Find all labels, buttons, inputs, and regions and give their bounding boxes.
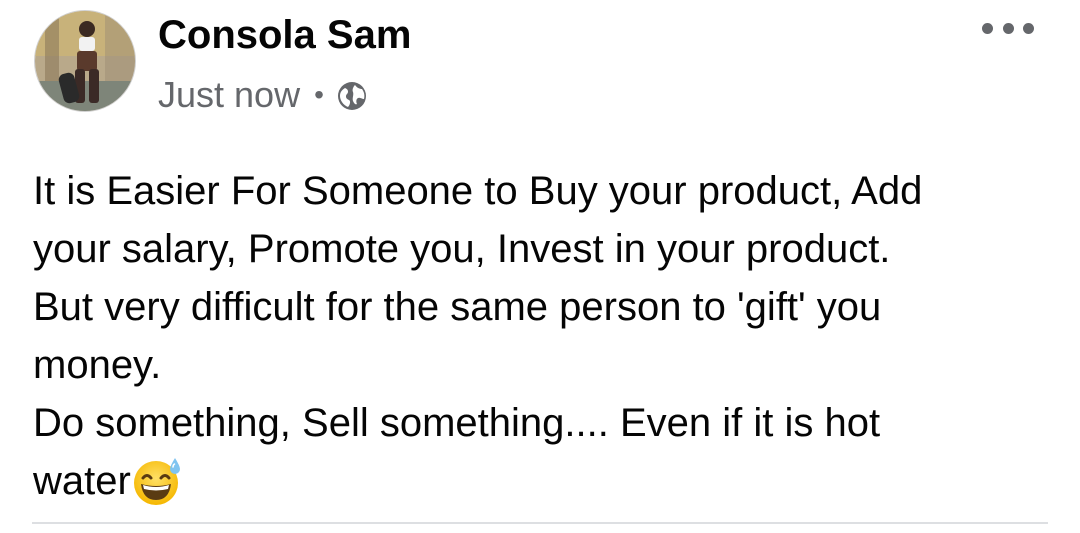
more-options-button[interactable] — [982, 16, 1034, 40]
timestamp[interactable]: Just now — [158, 74, 300, 116]
author-name[interactable]: Consola Sam — [158, 13, 411, 58]
profile-photo — [35, 11, 135, 111]
post-text-line: water — [33, 459, 131, 503]
post-text-line: It is Easier For Someone to Buy your pro… — [33, 169, 923, 213]
post-card: Consola Sam Just now • It is Easier For … — [0, 0, 1080, 533]
post-meta: Just now • — [158, 72, 368, 118]
post-text-line: But very difficult for the same person t… — [33, 285, 882, 329]
post-text-last-line: water — [33, 452, 1053, 510]
grinning-face-with-sweat-emoji — [131, 454, 185, 508]
globe-icon[interactable] — [336, 79, 368, 111]
more-dot — [982, 22, 993, 34]
more-dot — [1002, 22, 1014, 34]
post-text-line: Do something, Sell something.... Even if… — [33, 401, 881, 445]
post-text-line: your salary, Promote you, Invest in your… — [33, 227, 891, 271]
divider — [32, 522, 1048, 524]
post-text: It is Easier For Someone to Buy your pro… — [33, 162, 1053, 510]
meta-separator: • — [314, 79, 324, 110]
more-dot — [1023, 22, 1034, 34]
avatar[interactable] — [34, 10, 136, 112]
post-text-line: money. — [33, 343, 162, 387]
